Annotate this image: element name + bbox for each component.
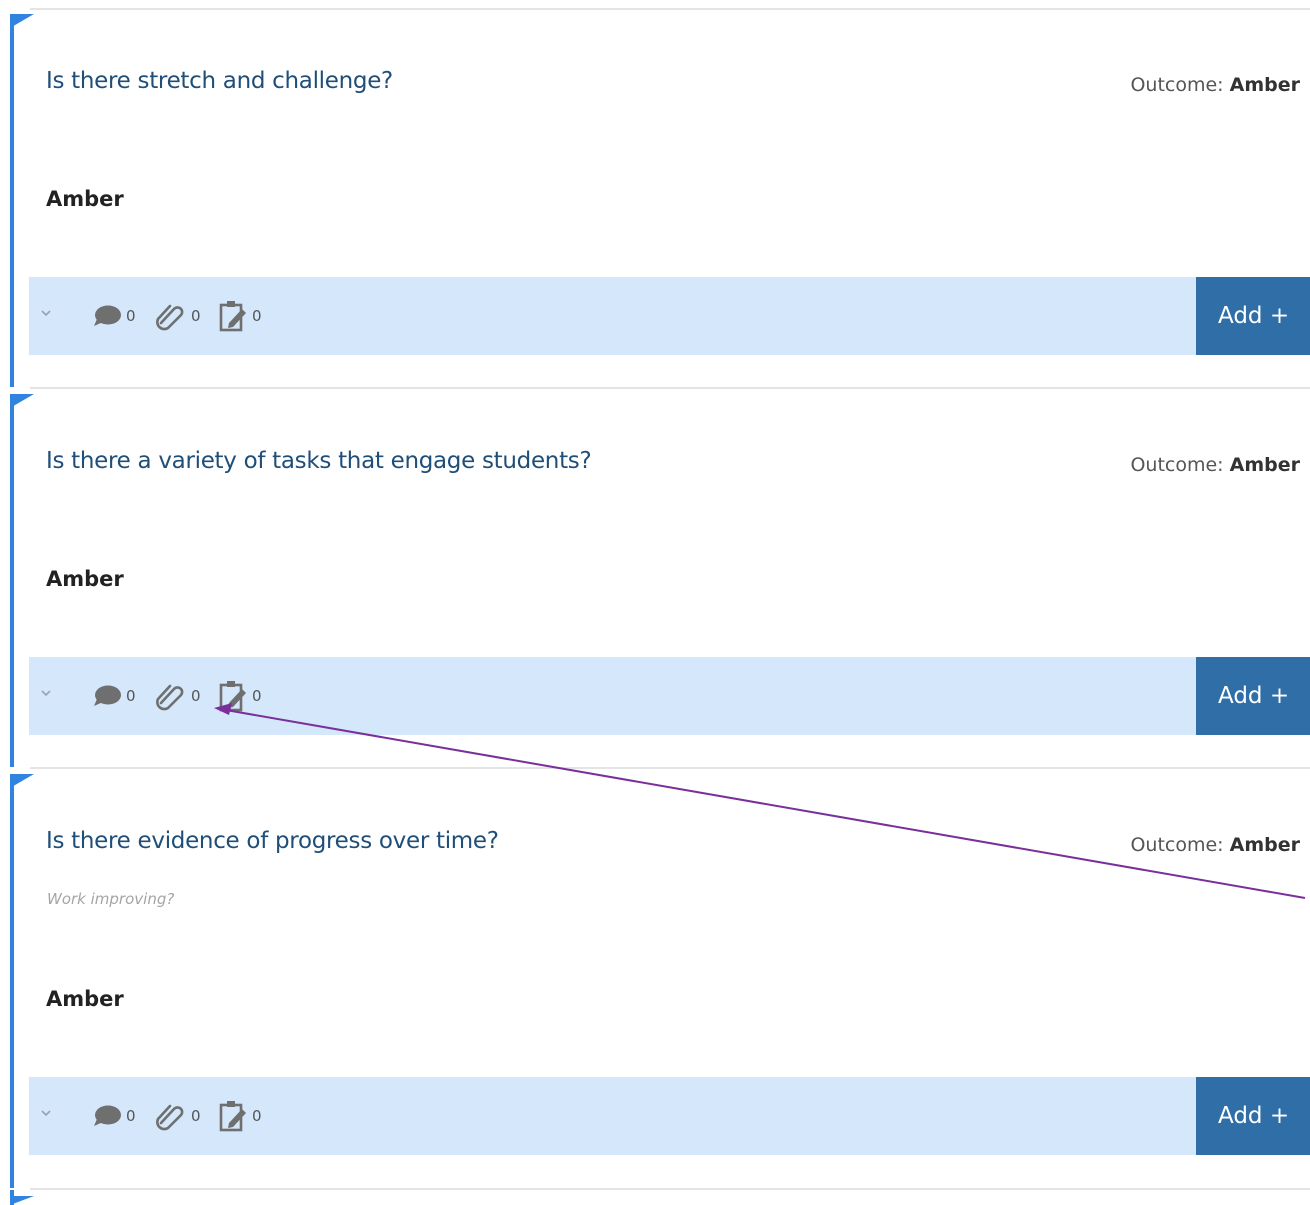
outcome-value: Amber bbox=[1229, 834, 1300, 856]
selected-answer: Amber bbox=[46, 187, 124, 211]
outcome-label: Outcome: bbox=[1130, 74, 1224, 96]
attachments-count: 0 bbox=[191, 687, 201, 705]
attachments-count: 0 bbox=[191, 307, 201, 325]
next-card-corner bbox=[10, 1196, 34, 1205]
speech-bubble-icon bbox=[94, 685, 121, 706]
card-divider bbox=[30, 387, 1310, 389]
chevron-down-icon[interactable] bbox=[38, 1105, 54, 1121]
chevron-down-icon[interactable] bbox=[38, 305, 54, 321]
comments-count: 0 bbox=[126, 687, 136, 705]
criterion-toolbar: 0 0 0 Add + bbox=[29, 277, 1310, 355]
criterion-card: Is there a variety of tasks that engage … bbox=[0, 394, 1310, 772]
selected-answer: Amber bbox=[46, 987, 124, 1011]
criterion-question: Is there evidence of progress over time? bbox=[46, 828, 499, 854]
outcome-indicator: Outcome: Amber bbox=[1130, 74, 1300, 96]
tasks-count: 0 bbox=[252, 687, 262, 705]
comments-count: 0 bbox=[126, 1107, 136, 1125]
comments-count: 0 bbox=[126, 307, 136, 325]
corner-flag bbox=[10, 774, 34, 788]
criterion-card: Is there stretch and challenge? Outcome:… bbox=[0, 14, 1310, 392]
clipboard-edit-icon bbox=[219, 681, 246, 712]
tasks-button[interactable]: 0 bbox=[218, 1099, 262, 1133]
accent-bar bbox=[10, 14, 14, 387]
attachments-count: 0 bbox=[191, 1107, 201, 1125]
add-button[interactable]: Add + bbox=[1196, 1077, 1310, 1155]
outcome-indicator: Outcome: Amber bbox=[1130, 834, 1300, 856]
chevron-down-icon[interactable] bbox=[38, 685, 54, 701]
tasks-count: 0 bbox=[252, 1107, 262, 1125]
tasks-count: 0 bbox=[252, 307, 262, 325]
outcome-value: Amber bbox=[1229, 74, 1300, 96]
tasks-button[interactable]: 0 bbox=[218, 679, 262, 713]
criterion-toolbar: 0 0 0 Add + bbox=[29, 1077, 1310, 1155]
comments-button[interactable]: 0 bbox=[92, 679, 136, 713]
outcome-label: Outcome: bbox=[1130, 454, 1224, 476]
clipboard-edit-icon bbox=[219, 1101, 246, 1132]
criterion-card: Is there evidence of progress over time?… bbox=[0, 774, 1310, 1192]
criterion-toolbar: 0 0 0 Add + bbox=[29, 657, 1310, 735]
comments-button[interactable]: 0 bbox=[92, 299, 136, 333]
paperclip-icon bbox=[156, 1104, 184, 1131]
criterion-question: Is there a variety of tasks that engage … bbox=[46, 448, 592, 474]
selected-answer: Amber bbox=[46, 567, 124, 591]
speech-bubble-icon bbox=[94, 1105, 121, 1126]
clipboard-edit-icon bbox=[219, 301, 246, 332]
attachments-button[interactable]: 0 bbox=[155, 1099, 201, 1133]
paperclip-icon bbox=[156, 684, 184, 711]
outcome-value: Amber bbox=[1229, 454, 1300, 476]
outcome-indicator: Outcome: Amber bbox=[1130, 454, 1300, 476]
card-divider bbox=[30, 767, 1310, 769]
add-button[interactable]: Add + bbox=[1196, 277, 1310, 355]
tasks-button[interactable]: 0 bbox=[218, 299, 262, 333]
attachments-button[interactable]: 0 bbox=[155, 679, 201, 713]
top-divider bbox=[30, 8, 1310, 10]
criteria-list: Is there stretch and challenge? Outcome:… bbox=[0, 0, 1310, 1205]
paperclip-icon bbox=[156, 304, 184, 331]
add-button[interactable]: Add + bbox=[1196, 657, 1310, 735]
accent-bar bbox=[10, 774, 14, 1188]
card-divider bbox=[30, 1188, 1310, 1190]
corner-flag bbox=[10, 14, 34, 28]
criterion-question: Is there stretch and challenge? bbox=[46, 68, 393, 94]
outcome-label: Outcome: bbox=[1130, 834, 1224, 856]
speech-bubble-icon bbox=[94, 305, 121, 326]
comments-button[interactable]: 0 bbox=[92, 1099, 136, 1133]
accent-bar bbox=[10, 394, 14, 767]
attachments-button[interactable]: 0 bbox=[155, 299, 201, 333]
criterion-hint: Work improving? bbox=[47, 890, 175, 908]
corner-flag bbox=[10, 394, 34, 408]
